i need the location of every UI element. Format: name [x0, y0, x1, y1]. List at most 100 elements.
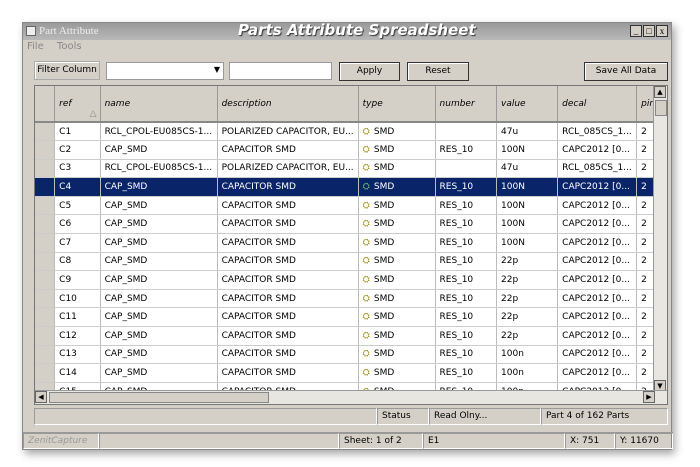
column-header-number[interactable]: number [435, 86, 498, 123]
column-header-decal[interactable]: decal [557, 86, 638, 123]
table-row[interactable]: C12 CAP_SMD CAPACITOR SMD ⛭ SMD RES_10 22p CAPC… [35, 326, 667, 346]
cell-value[interactable]: 22p [496, 326, 559, 346]
column-header-name[interactable]: name [100, 86, 218, 123]
scroll-up-icon[interactable]: ▲ [654, 86, 666, 98]
cell-name[interactable]: RCL_CPOL-EU085CS-1... [100, 122, 218, 142]
maximize-button[interactable]: □ [643, 25, 655, 37]
cell-number[interactable]: RES_10 [435, 307, 498, 328]
cell-type[interactable]: ⛭SMD [358, 196, 436, 216]
table-row[interactable]: C11 CAP_SMD CAPACITOR SMD ⛭ SMD RES_10 22p CAPC… [35, 307, 667, 328]
row-header[interactable] [35, 233, 56, 253]
cell-description[interactable]: CAPACITOR SMD [217, 363, 359, 383]
cell-name[interactable]: CAP_SMD [100, 270, 218, 290]
cell-description[interactable]: CAPACITOR SMD [217, 289, 359, 309]
row-header[interactable] [35, 214, 56, 235]
row-header[interactable] [35, 363, 56, 383]
cell-name[interactable]: CAP_SMD [100, 177, 218, 197]
cell-name[interactable]: RCL_CPOL-EU085CS-1... [100, 159, 218, 179]
cell-value[interactable]: 100N [496, 177, 559, 197]
cell-description[interactable]: CAPACITOR SMD [217, 252, 359, 272]
cell-number[interactable]: RES_10 [435, 252, 498, 272]
cell-number[interactable]: RES_10 [435, 140, 498, 160]
apply-button[interactable]: Apply [339, 62, 400, 81]
row-header[interactable] [35, 345, 56, 365]
save-all-data-button[interactable]: Save All Data [584, 62, 668, 81]
reset-button[interactable]: Reset [407, 62, 469, 81]
horizontal-scroll-thumb[interactable] [49, 392, 269, 403]
cell-type[interactable]: ⛭SMD [358, 233, 436, 253]
chevron-down-icon[interactable]: ▼ [214, 65, 220, 74]
cell-type[interactable]: ⛭SMD [358, 289, 436, 309]
cell-name[interactable]: CAP_SMD [100, 345, 218, 365]
minimize-button[interactable]: _ [630, 25, 642, 37]
cell-value[interactable]: 100N [496, 196, 559, 216]
cell-number[interactable]: RES_10 [435, 270, 498, 290]
cell-type[interactable]: ⛭SMD [358, 345, 436, 365]
row-header[interactable] [35, 177, 56, 197]
cell-name[interactable]: CAP_SMD [100, 233, 218, 253]
cell-ref[interactable]: C5 [54, 196, 101, 216]
cell-number[interactable]: RES_10 [435, 214, 498, 235]
cell-ref[interactable]: C6 [54, 214, 101, 235]
cell-number[interactable] [435, 159, 498, 179]
row-header[interactable] [35, 159, 56, 179]
filter-text-input[interactable] [229, 62, 332, 80]
cell-decal[interactable]: CAPC2012 [0... [557, 363, 638, 383]
close-button[interactable]: x [656, 25, 668, 37]
table-row[interactable]: C3 RCL_CPOL-EU085CS-1... POLARIZED CAPACIT… [35, 159, 667, 179]
cell-number[interactable]: RES_10 [435, 289, 498, 309]
table-row[interactable]: C1 RCL_CPOL-EU085CS-1... POLARIZED CAPACIT… [35, 122, 667, 142]
cell-number[interactable]: RES_10 [435, 363, 498, 383]
cell-decal[interactable]: CAPC2012 [0... [557, 196, 638, 216]
cell-ref[interactable]: C1 [54, 122, 101, 142]
table-row[interactable]: C7 CAP_SMD CAPACITOR SMD ⛭ SMD RES_10 100N CAPC… [35, 233, 667, 253]
cell-name[interactable]: CAP_SMD [100, 363, 218, 383]
cell-decal[interactable]: CAPC2012 [0... [557, 140, 638, 160]
table-row[interactable]: C10 CAP_SMD CAPACITOR SMD ⛭ SMD RES_10 22p CAPC… [35, 289, 667, 309]
row-header[interactable] [35, 122, 56, 142]
table-row[interactable]: C5 CAP_SMD CAPACITOR SMD ⛭ SMD RES_10 100N CAPC… [35, 196, 667, 216]
menu-file[interactable]: File [27, 41, 44, 52]
cell-decal[interactable]: CAPC2012 [0... [557, 214, 638, 235]
table-row[interactable]: C14 CAP_SMD CAPACITOR SMD ⛭ SMD RES_10 100n CAP… [35, 363, 667, 383]
cell-description[interactable]: CAPACITOR SMD [217, 214, 359, 235]
row-header[interactable] [35, 326, 56, 346]
cell-ref[interactable]: C12 [54, 326, 101, 346]
cell-value[interactable]: 100N [496, 233, 559, 253]
cell-ref[interactable]: C14 [54, 363, 101, 383]
vertical-scroll-thumb[interactable] [655, 100, 667, 116]
cell-description[interactable]: CAPACITOR SMD [217, 345, 359, 365]
cell-ref[interactable]: C2 [54, 140, 101, 160]
cell-type[interactable]: ⛭SMD [358, 214, 436, 235]
table-row[interactable]: C4 CAP_SMD CAPACITOR SMD ⛭ SMD RES_10 100N CAPC… [35, 177, 667, 197]
cell-type[interactable]: ⛭SMD [358, 307, 436, 328]
cell-type[interactable]: ⛭SMD [358, 177, 436, 197]
column-header-value[interactable]: value [496, 86, 559, 123]
cell-number[interactable]: RES_10 [435, 233, 498, 253]
filter-column-select[interactable]: ▼ [106, 62, 224, 80]
row-header[interactable] [35, 252, 56, 272]
menu-tools[interactable]: Tools [57, 41, 82, 52]
cell-ref[interactable]: C4 [54, 177, 101, 197]
row-header[interactable] [35, 307, 56, 328]
cell-decal[interactable]: CAPC2012 [0... [557, 177, 638, 197]
row-header[interactable] [35, 140, 56, 160]
cell-type[interactable]: ⛭SMD [358, 270, 436, 290]
column-header-ref[interactable]: ref △ [54, 86, 101, 123]
column-header-description[interactable]: description [217, 86, 359, 123]
cell-decal[interactable]: CAPC2012 [0... [557, 289, 638, 309]
cell-ref[interactable]: C3 [54, 159, 101, 179]
cell-type[interactable]: ⛭SMD [358, 122, 436, 142]
table-row[interactable]: C9 CAP_SMD CAPACITOR SMD ⛭ SMD RES_10 22p CAPC2… [35, 270, 667, 290]
cell-name[interactable]: CAP_SMD [100, 140, 218, 160]
cell-description[interactable]: CAPACITOR SMD [217, 270, 359, 290]
cell-name[interactable]: CAP_SMD [100, 326, 218, 346]
cell-value[interactable]: 22p [496, 270, 559, 290]
cell-decal[interactable]: CAPC2012 [0... [557, 307, 638, 328]
cell-description[interactable]: CAPACITOR SMD [217, 326, 359, 346]
row-header[interactable] [35, 196, 56, 216]
cell-value[interactable]: 100N [496, 140, 559, 160]
cell-description[interactable]: POLARIZED CAPACITOR, EU... [217, 159, 359, 179]
cell-number[interactable] [435, 122, 498, 142]
cell-description[interactable]: CAPACITOR SMD [217, 196, 359, 216]
